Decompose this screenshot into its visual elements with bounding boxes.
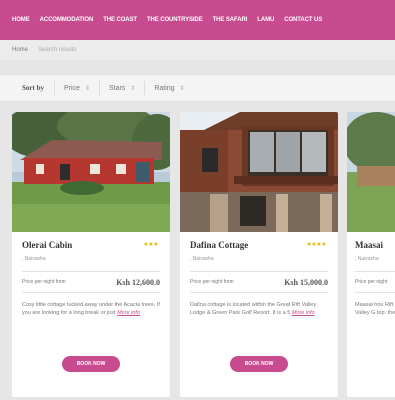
sort-arrows-icon: ⇕ <box>179 85 185 92</box>
sort-rating-label: Rating <box>154 84 175 92</box>
sort-stars[interactable]: Stars ⇕ <box>98 81 144 95</box>
listing-location: , Naivasha <box>22 256 46 262</box>
listing-photo[interactable] <box>12 112 170 232</box>
nav-lamu[interactable]: LAMU <box>257 17 274 23</box>
sort-arrows-icon: ⇕ <box>130 85 136 92</box>
listing-photo[interactable] <box>347 112 395 232</box>
star-rating: ★★★ <box>143 242 158 248</box>
nav-contact-us[interactable]: CONTACT US <box>284 17 322 23</box>
breadcrumb-current: Search results <box>38 47 77 53</box>
price-label: Price per night <box>355 279 388 285</box>
nav-accommodation[interactable]: ACCOMMODATION <box>40 17 94 23</box>
more-info-link[interactable]: More info <box>292 310 315 316</box>
sort-price-label: Price <box>63 84 80 92</box>
breadcrumb: Home Search results <box>0 40 395 60</box>
price-value: Ksh 12,600.0 <box>116 277 160 287</box>
nav-the-safari[interactable]: THE SAFARI <box>213 17 248 23</box>
price-value: Ksh 15,000.0 <box>284 277 328 287</box>
nav-home[interactable]: HOME <box>12 17 30 23</box>
sort-bar: Sort by Price ⇕ Stars ⇕ Rating ⇕ <box>0 74 395 102</box>
listing-description: Dafina cottage is located within the Gre… <box>190 301 328 317</box>
nav-the-countryside[interactable]: THE COUNTRYSIDE <box>147 17 203 23</box>
listing-card: Maasai , Naivasha Price per night Maasai… <box>347 112 395 397</box>
star-rating: ★★★★ <box>306 242 326 248</box>
listing-photo[interactable] <box>180 112 338 232</box>
sort-label: Sort by <box>22 84 44 92</box>
listing-card: Dafina Cottage ★★★★ , Naivasha Price per… <box>180 112 338 397</box>
price-row: Price per night from Ksh 15,000.0 <box>190 271 328 293</box>
price-label: Price per night from <box>190 279 234 285</box>
price-row: Price per night from Ksh 12,600.0 <box>22 271 160 293</box>
listing-card: Olerai Cabin ★★★ , Naivasha Price per ni… <box>12 112 170 397</box>
sort-price[interactable]: Price ⇕ <box>53 81 99 95</box>
book-now-button[interactable]: BOOK NOW <box>230 356 288 372</box>
sort-stars-label: Stars <box>108 84 126 92</box>
price-row: Price per night <box>355 271 395 293</box>
listing-title[interactable]: Olerai Cabin <box>22 240 72 250</box>
listing-title[interactable]: Dafina Cottage <box>190 240 248 250</box>
listing-description: Maasai hou Rift Valley G top, the vie <box>355 302 395 316</box>
sort-arrows-icon: ⇕ <box>84 85 90 92</box>
main-nav: HOME ACCOMMODATION THE COAST THE COUNTRY… <box>0 0 395 40</box>
listing-title[interactable]: Maasai <box>355 240 383 250</box>
price-label: Price per night from <box>22 279 66 285</box>
more-info-link[interactable]: More info <box>117 310 140 316</box>
sort-rating[interactable]: Rating ⇕ <box>144 81 193 95</box>
listing-location: , Naivasha <box>190 256 214 262</box>
breadcrumb-home[interactable]: Home <box>12 47 28 53</box>
listing-location: , Naivasha <box>355 256 379 262</box>
book-now-button[interactable]: BOOK NOW <box>62 356 120 372</box>
nav-the-coast[interactable]: THE COAST <box>103 17 137 23</box>
listing-description: Cosy little cottage tucked away under th… <box>22 301 160 317</box>
